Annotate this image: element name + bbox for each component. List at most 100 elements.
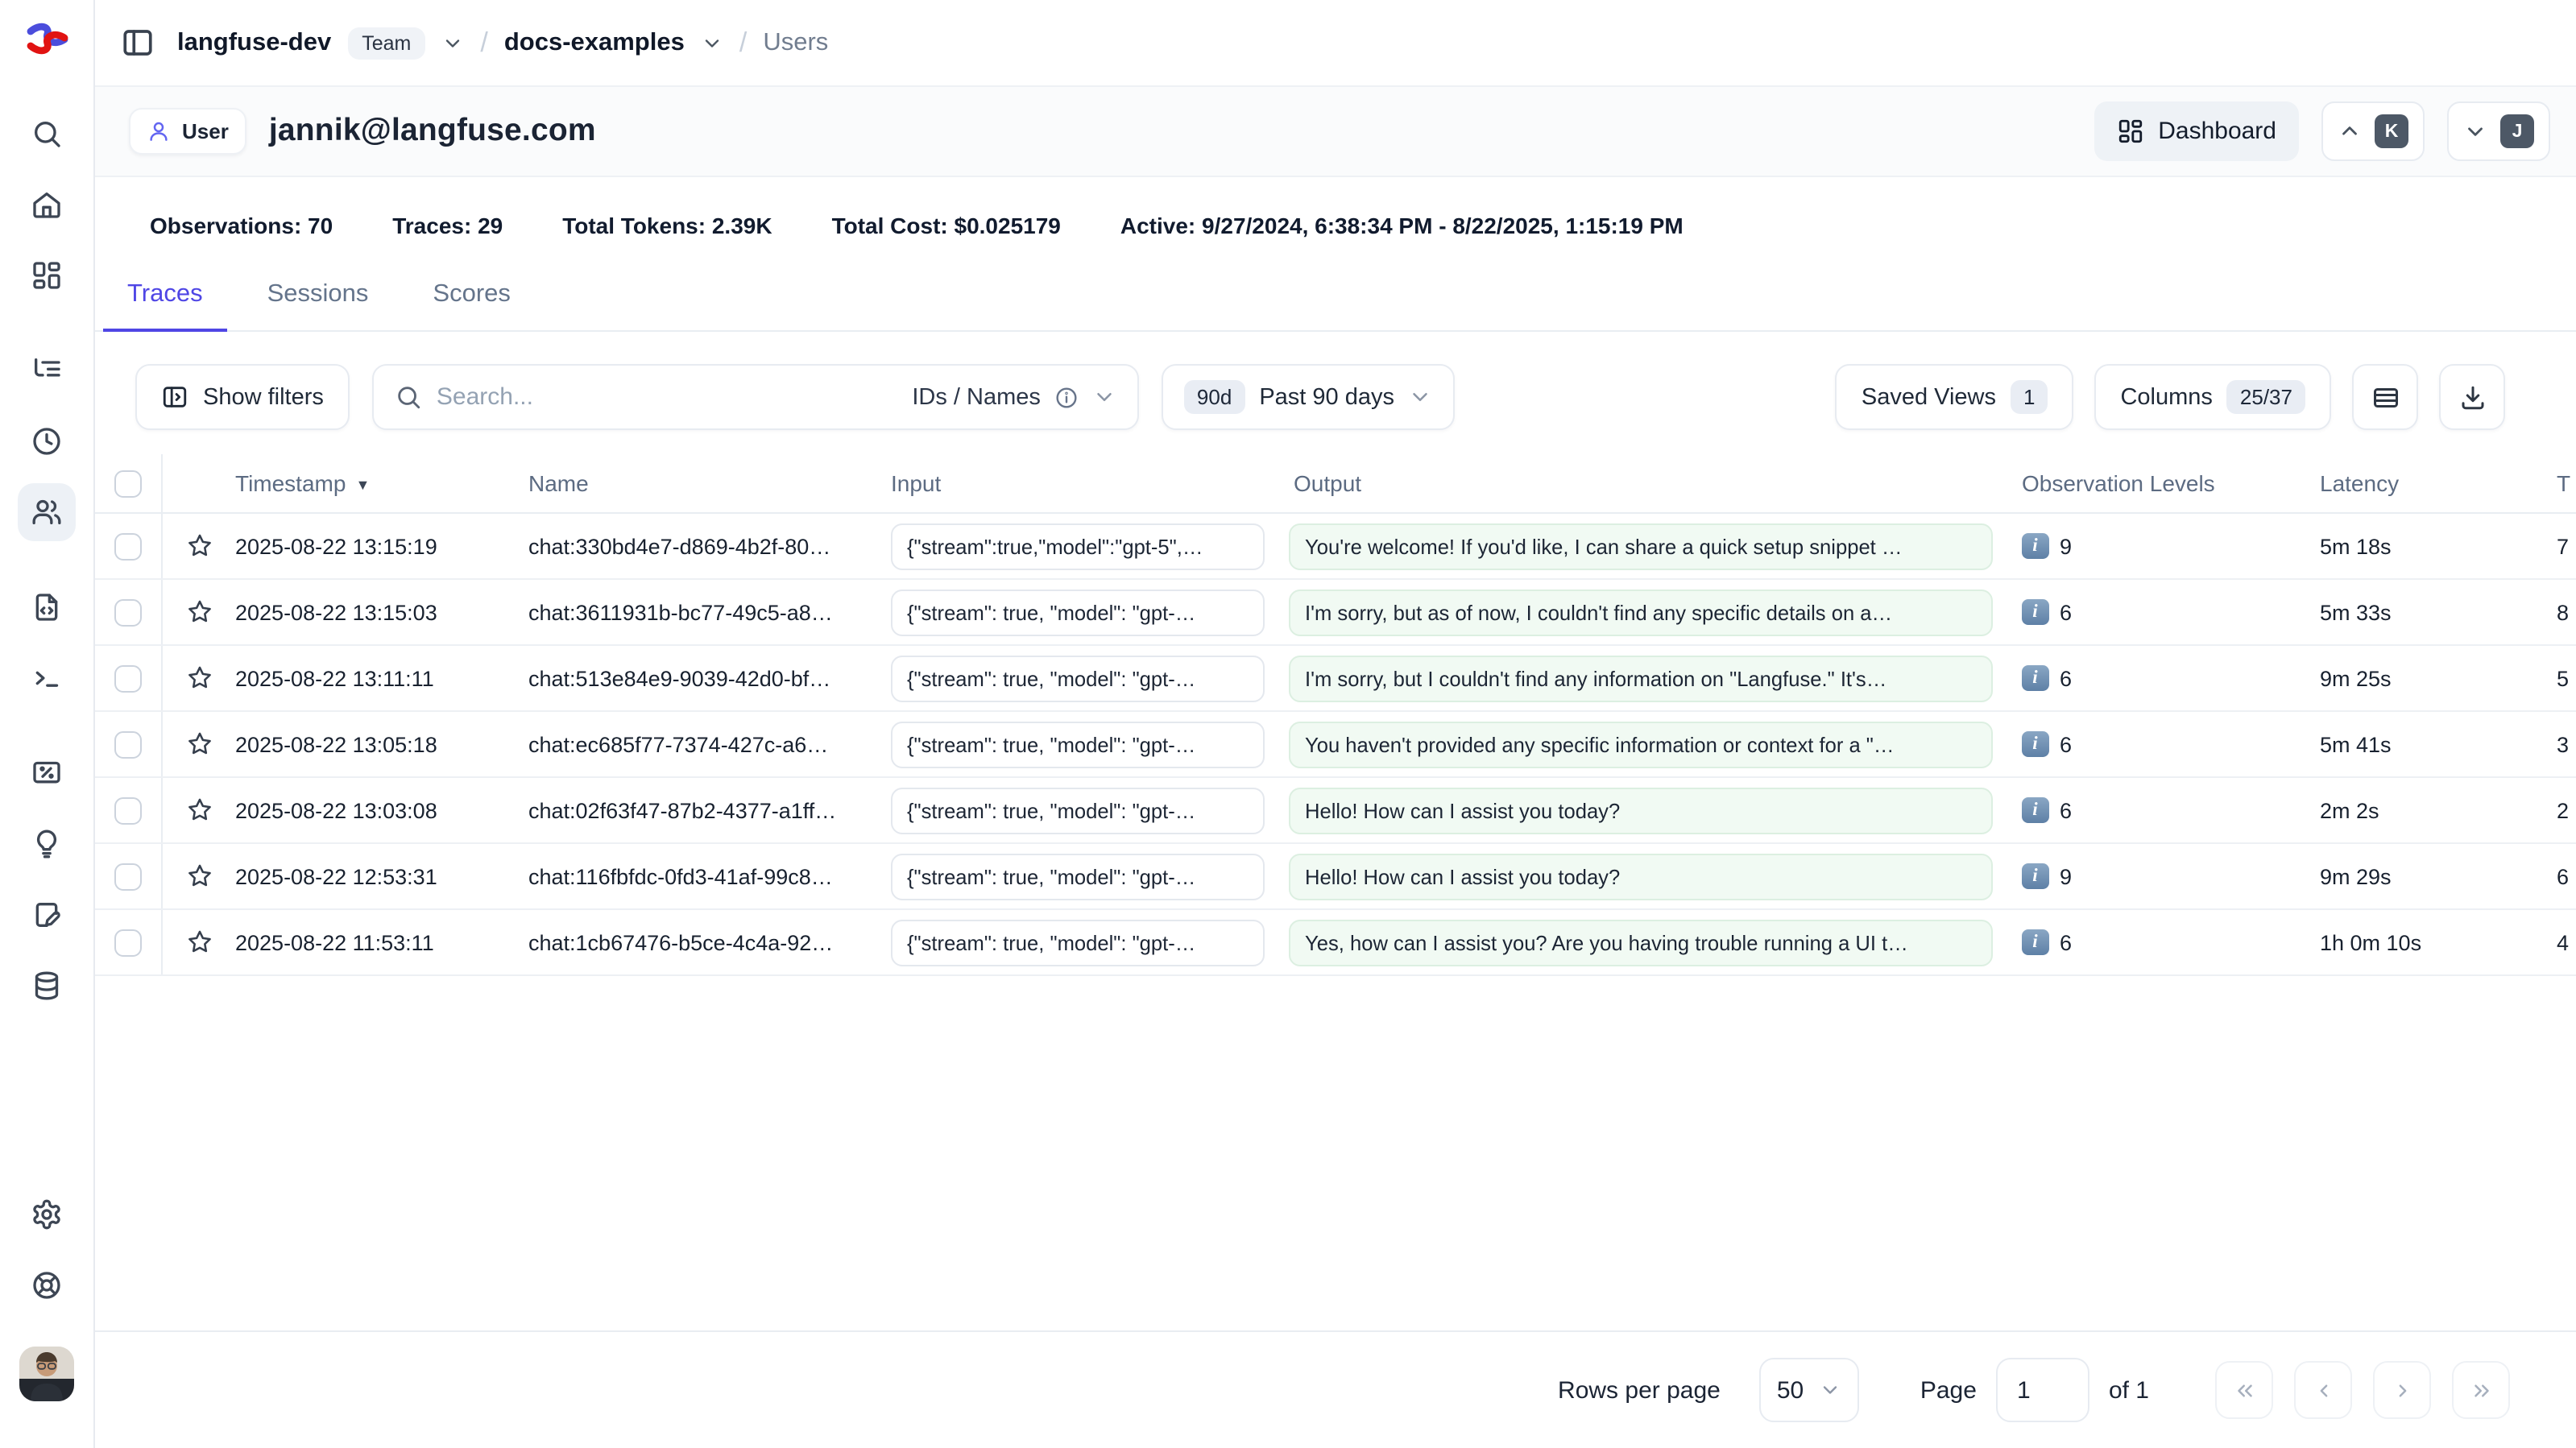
table-row[interactable]: 2025-08-22 13:15:19 chat:330bd4e7-d869-4…: [95, 514, 2576, 580]
trace-output-cell[interactable]: Yes, how can I assist you? Are you havin…: [1289, 919, 1993, 966]
export-download-button[interactable]: [2439, 364, 2505, 430]
row-checkbox[interactable]: [114, 664, 142, 692]
trace-input-cell[interactable]: {"stream": true, "model": "gpt-…: [891, 721, 1265, 767]
trace-input-cell[interactable]: {"stream": true, "model": "gpt-…: [891, 919, 1265, 966]
topbar: langfuse-dev Team / docs-examples / User…: [95, 0, 2576, 87]
dashboard-button[interactable]: Dashboard: [2094, 101, 2299, 161]
last-page-button[interactable]: [2452, 1361, 2510, 1419]
row-checkbox[interactable]: [114, 929, 142, 956]
trace-timestamp: 2025-08-22 13:11:11: [235, 666, 528, 690]
trace-output-cell[interactable]: Hello! How can I assist you today?: [1289, 787, 1993, 834]
bookmark-star-icon[interactable]: [163, 928, 235, 957]
breadcrumb-org[interactable]: langfuse-dev: [177, 28, 331, 57]
select-all-checkbox[interactable]: [114, 470, 142, 497]
sidebar-item-tracing[interactable]: [18, 341, 76, 399]
row-checkbox[interactable]: [114, 532, 142, 560]
page-size-select[interactable]: 50: [1759, 1358, 1859, 1422]
table-row[interactable]: 2025-08-22 11:53:11 chat:1cb67476-b5ce-4…: [95, 910, 2576, 976]
show-filters-button[interactable]: Show filters: [135, 364, 350, 430]
stat-item: Traces: 29: [392, 213, 503, 238]
column-header-observation-levels[interactable]: Observation Levels: [2017, 470, 2315, 496]
rows-icon: [2371, 383, 2400, 412]
column-header-output[interactable]: Output: [1289, 470, 2017, 496]
trace-output-cell[interactable]: I'm sorry, but as of now, I couldn't fin…: [1289, 589, 1993, 635]
column-header-clipped[interactable]: T: [2508, 470, 2576, 496]
column-header-input[interactable]: Input: [891, 470, 1289, 496]
bookmark-star-icon[interactable]: [163, 862, 235, 891]
sidebar-item-annotation[interactable]: [18, 886, 76, 944]
sidebar-item-datasets[interactable]: [18, 957, 76, 1015]
row-checkbox[interactable]: [114, 796, 142, 824]
trace-name: chat:513e84e9-9039-42d0-bf…: [528, 666, 891, 690]
table-header-row: Timestamp▼ Name Input Output Observation…: [95, 454, 2576, 514]
trace-output-cell[interactable]: You're welcome! If you'd like, I can sha…: [1289, 523, 1993, 569]
info-level-icon: i: [2022, 929, 2048, 956]
bookmark-star-icon[interactable]: [163, 598, 235, 627]
info-circle-icon: [1054, 384, 1079, 410]
chevrons-left-icon: [2232, 1378, 2256, 1402]
trace-output-cell[interactable]: Hello! How can I assist you today?: [1289, 853, 1993, 900]
row-checkbox[interactable]: [114, 598, 142, 626]
sidebar-toggle-button[interactable]: [121, 26, 155, 60]
column-header-latency[interactable]: Latency: [2315, 470, 2508, 496]
saved-views-button[interactable]: Saved Views 1: [1836, 364, 2074, 430]
next-user-button[interactable]: J: [2447, 101, 2550, 161]
sidebar-item-playground[interactable]: [18, 649, 76, 707]
table-row[interactable]: 2025-08-22 13:03:08 chat:02f63f47-87b2-4…: [95, 778, 2576, 844]
bookmark-star-icon[interactable]: [163, 532, 235, 561]
user-avatar[interactable]: [19, 1347, 74, 1401]
info-level-icon: i: [2022, 797, 2048, 824]
breadcrumb-project[interactable]: docs-examples: [504, 28, 685, 57]
first-page-button[interactable]: [2215, 1361, 2273, 1419]
trace-input-cell[interactable]: {"stream": true, "model": "gpt-…: [891, 853, 1265, 900]
column-header-name[interactable]: Name: [528, 470, 891, 496]
next-page-button[interactable]: [2373, 1361, 2431, 1419]
row-checkbox[interactable]: [114, 863, 142, 890]
sidebar-item-insights[interactable]: [18, 815, 76, 873]
time-range-dropdown[interactable]: 90d Past 90 days: [1162, 364, 1456, 430]
trace-output-cell[interactable]: I'm sorry, but I couldn't find any infor…: [1289, 655, 1993, 701]
user-icon: [147, 119, 171, 143]
tab-bar: Traces Sessions Scores: [95, 280, 2576, 332]
table-row[interactable]: 2025-08-22 13:15:03 chat:3611931b-bc77-4…: [95, 580, 2576, 646]
table-row[interactable]: 2025-08-22 13:11:11 chat:513e84e9-9039-4…: [95, 646, 2576, 712]
table-row[interactable]: 2025-08-22 13:05:18 chat:ec685f77-7374-4…: [95, 712, 2576, 778]
bookmark-star-icon[interactable]: [163, 796, 235, 825]
sidebar-item-sessions[interactable]: [18, 412, 76, 470]
trace-input-cell[interactable]: {"stream": true, "model": "gpt-…: [891, 589, 1265, 635]
chevron-right-icon: [2390, 1378, 2414, 1402]
row-height-button[interactable]: [2352, 364, 2418, 430]
previous-page-button[interactable]: [2294, 1361, 2352, 1419]
trace-output-cell[interactable]: You haven't provided any specific inform…: [1289, 721, 1993, 767]
sidebar-item-support[interactable]: [18, 1256, 76, 1314]
page-number-input[interactable]: [1996, 1358, 2089, 1422]
observation-level-count: 9: [2060, 864, 2072, 888]
bookmark-star-icon[interactable]: [163, 730, 235, 759]
previous-user-button[interactable]: K: [2321, 101, 2425, 161]
sidebar-item-home[interactable]: [18, 176, 76, 234]
project-switcher-chevron-icon[interactable]: [701, 31, 723, 54]
trace-input-cell[interactable]: {"stream": true, "model": "gpt-…: [891, 787, 1265, 834]
trace-input-cell[interactable]: {"stream": true, "model": "gpt-…: [891, 655, 1265, 701]
trace-input-cell[interactable]: {"stream":true,"model":"gpt-5",…: [891, 523, 1265, 569]
sidebar-item-prompts[interactable]: [18, 578, 76, 636]
columns-button[interactable]: Columns 25/37: [2094, 364, 2331, 430]
sidebar-item-dashboards[interactable]: [18, 246, 76, 304]
row-checkbox[interactable]: [114, 730, 142, 758]
sidebar-item-users[interactable]: [18, 483, 76, 541]
tab[interactable]: Scores: [408, 280, 535, 332]
sidebar-item-settings[interactable]: [18, 1185, 76, 1243]
tab[interactable]: Sessions: [243, 280, 393, 332]
bookmark-star-icon[interactable]: [163, 664, 235, 693]
search-box[interactable]: IDs / Names: [372, 364, 1139, 430]
tab[interactable]: Traces: [103, 280, 227, 332]
org-switcher-chevron-icon[interactable]: [441, 31, 464, 54]
search-input[interactable]: [437, 383, 897, 411]
info-level-icon: i: [2022, 863, 2048, 890]
trace-timestamp: 2025-08-22 13:15:19: [235, 534, 528, 558]
sidebar-item-evaluation[interactable]: [18, 744, 76, 802]
table-row[interactable]: 2025-08-22 12:53:31 chat:116fbfdc-0fd3-4…: [95, 844, 2576, 910]
column-header-timestamp[interactable]: Timestamp▼: [235, 470, 528, 496]
sidebar-item-search[interactable]: [18, 105, 76, 163]
search-scope-dropdown[interactable]: IDs / Names: [912, 384, 1116, 410]
